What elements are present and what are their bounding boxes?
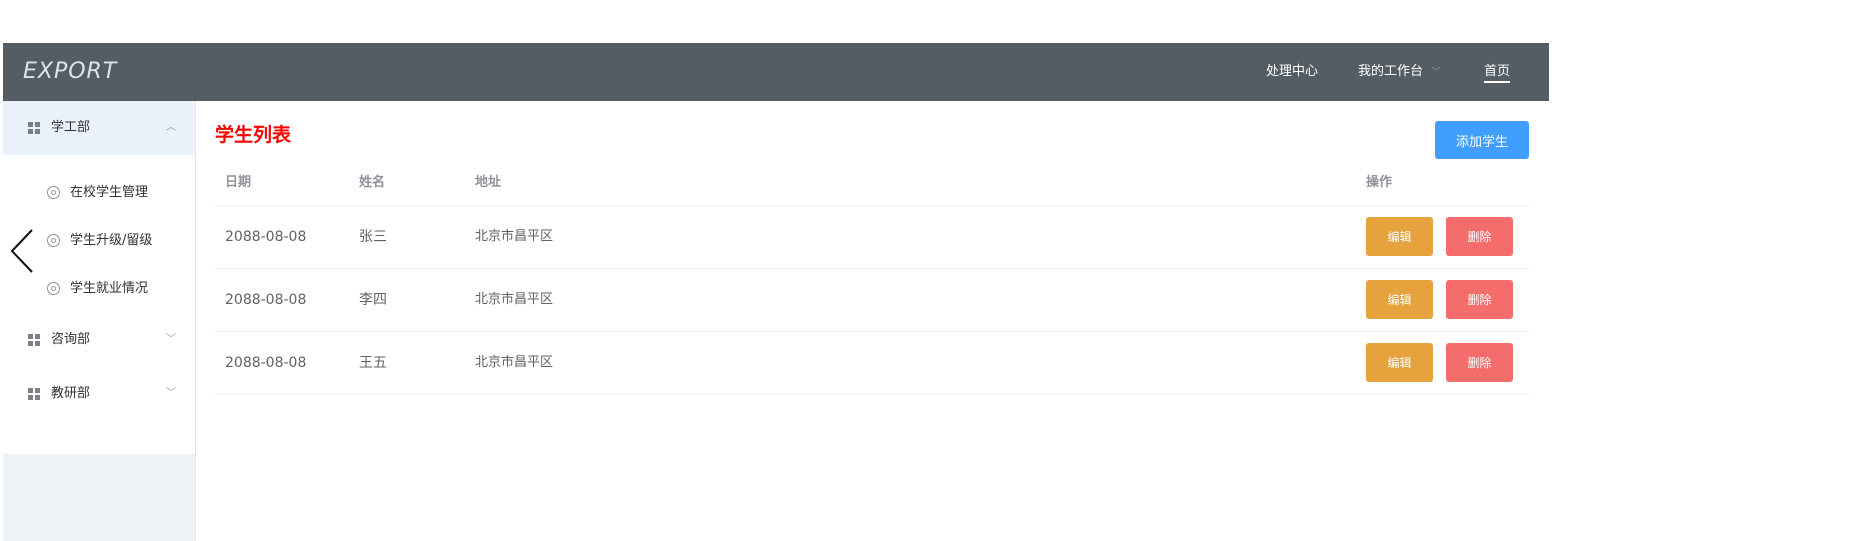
cell-address: 北京市昌平区 xyxy=(475,229,554,244)
sidebar-group-consulting[interactable]: 咨询部 ﹀ xyxy=(3,313,195,367)
column-header-address: 地址 xyxy=(475,175,502,190)
sidebar-item-label: 学生就业情况 xyxy=(70,281,149,296)
table-row: 2088-08-08 王五 北京市昌平区 编辑 删除 xyxy=(215,332,1530,395)
circle-icon xyxy=(47,186,60,199)
back-arrow-icon[interactable] xyxy=(8,228,38,274)
circle-icon xyxy=(47,282,60,295)
circle-icon xyxy=(47,234,60,247)
cell-address: 北京市昌平区 xyxy=(475,292,554,307)
menu-grid-icon xyxy=(28,334,41,347)
table-row: 2088-08-08 张三 北京市昌平区 编辑 删除 xyxy=(215,206,1530,269)
sidebar: 学工部 ︿ 在校学生管理 学生升级/留级 学生就业情况 咨询部 ﹀ 教研部 ﹀ xyxy=(3,101,196,541)
chevron-down-icon: ﹀ xyxy=(166,388,176,399)
delete-button[interactable]: 删除 xyxy=(1446,217,1513,256)
sidebar-group-student-affairs[interactable]: 学工部 ︿ xyxy=(3,101,195,155)
chevron-down-icon: ﹀ xyxy=(166,334,176,345)
nav-processing-center[interactable]: 处理中心 xyxy=(1266,43,1318,101)
page-title: 学生列表 xyxy=(215,124,292,146)
nav-home[interactable]: 首页 xyxy=(1484,43,1511,101)
sidebar-item-label: 学生升级/留级 xyxy=(70,233,153,248)
column-header-name: 姓名 xyxy=(359,175,386,190)
cell-name: 张三 xyxy=(359,229,387,245)
menu-grid-icon xyxy=(28,388,41,401)
column-header-operations: 操作 xyxy=(1366,175,1393,190)
cell-name: 王五 xyxy=(359,355,387,371)
sidebar-group-label: 咨询部 xyxy=(51,332,91,347)
delete-button[interactable]: 删除 xyxy=(1446,343,1513,382)
chevron-down-icon: ﹀ xyxy=(1431,67,1442,78)
cell-date: 2088-08-08 xyxy=(225,292,307,308)
nav-label: 首页 xyxy=(1484,64,1511,83)
nav-label: 处理中心 xyxy=(1266,64,1319,79)
table-row: 2088-08-08 李四 北京市昌平区 编辑 删除 xyxy=(215,269,1530,332)
student-table: 日期 姓名 地址 操作 2088-08-08 张三 北京市昌平区 编辑 删除 2… xyxy=(215,160,1530,395)
cell-date: 2088-08-08 xyxy=(225,229,307,245)
sidebar-item-student-management[interactable]: 在校学生管理 xyxy=(3,169,195,217)
cell-name: 李四 xyxy=(359,292,387,308)
menu-grid-icon xyxy=(28,122,41,135)
edit-button[interactable]: 编辑 xyxy=(1366,280,1433,319)
sidebar-group-label: 学工部 xyxy=(51,120,91,135)
logo: EXPORT xyxy=(23,59,118,84)
edit-button[interactable]: 编辑 xyxy=(1366,343,1433,382)
edit-button[interactable]: 编辑 xyxy=(1366,217,1433,256)
column-header-date: 日期 xyxy=(225,175,252,190)
delete-button[interactable]: 删除 xyxy=(1446,280,1513,319)
nav-my-workbench[interactable]: 我的工作台 ﹀ xyxy=(1358,43,1441,101)
cell-date: 2088-08-08 xyxy=(225,355,307,371)
top-navbar: EXPORT 处理中心 我的工作台 ﹀ 首页 xyxy=(3,43,1549,101)
chevron-up-icon: ︿ xyxy=(166,122,176,133)
sidebar-item-label: 在校学生管理 xyxy=(70,185,149,200)
nav-label: 我的工作台 xyxy=(1358,64,1424,79)
sidebar-group-label: 教研部 xyxy=(51,386,91,401)
cell-address: 北京市昌平区 xyxy=(475,355,554,370)
table-header: 日期 姓名 地址 操作 xyxy=(215,160,1530,206)
add-student-button[interactable]: 添加学生 xyxy=(1435,121,1529,159)
sidebar-group-research[interactable]: 教研部 ﹀ xyxy=(3,367,195,421)
